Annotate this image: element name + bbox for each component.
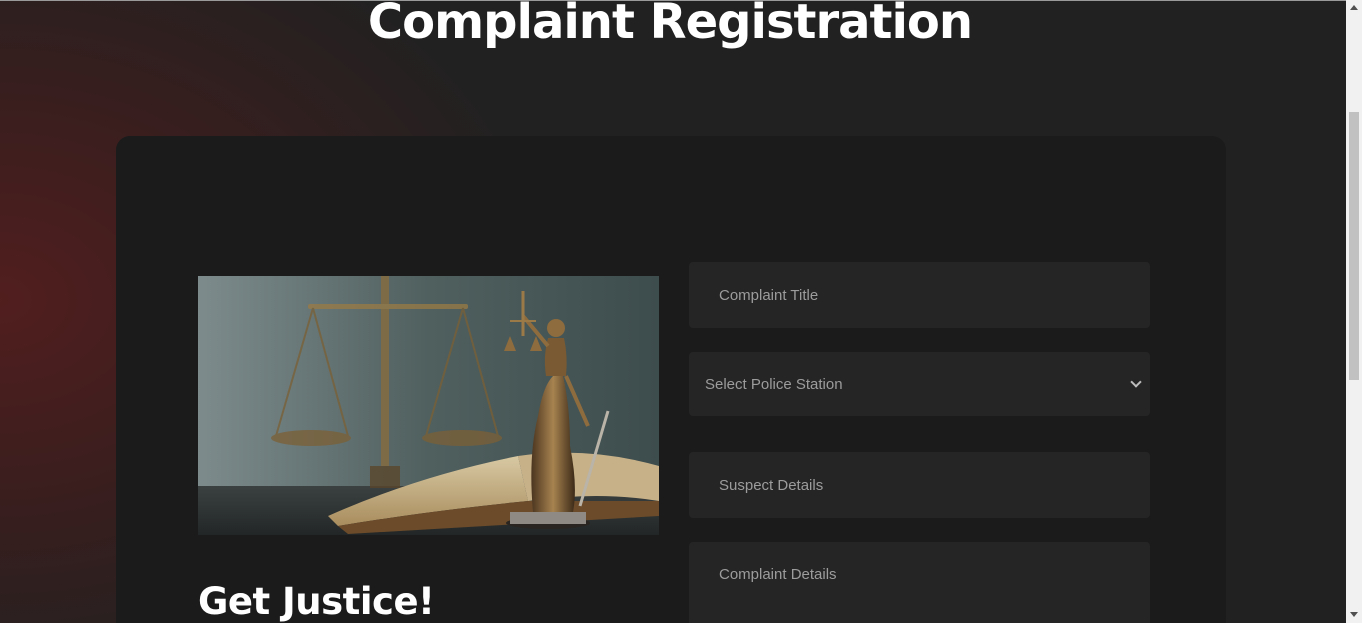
- police-station-select[interactable]: Select Police Station: [689, 352, 1150, 416]
- complaint-title-input[interactable]: [689, 262, 1150, 328]
- justice-image: [198, 276, 659, 535]
- complaint-details-textarea[interactable]: [689, 542, 1150, 623]
- page-title: Complaint Registration: [367, 0, 973, 50]
- scroll-down-arrow-icon[interactable]: [1350, 612, 1358, 617]
- police-station-selected-value: Select Police Station: [705, 375, 843, 393]
- scrollbar-thumb[interactable]: [1349, 112, 1359, 380]
- chevron-down-icon: [1130, 376, 1142, 388]
- tagline-heading: Get Justice!: [198, 580, 435, 623]
- scroll-up-arrow-icon[interactable]: [1350, 5, 1358, 10]
- vertical-scrollbar[interactable]: [1346, 0, 1362, 623]
- suspect-details-input[interactable]: [689, 452, 1150, 518]
